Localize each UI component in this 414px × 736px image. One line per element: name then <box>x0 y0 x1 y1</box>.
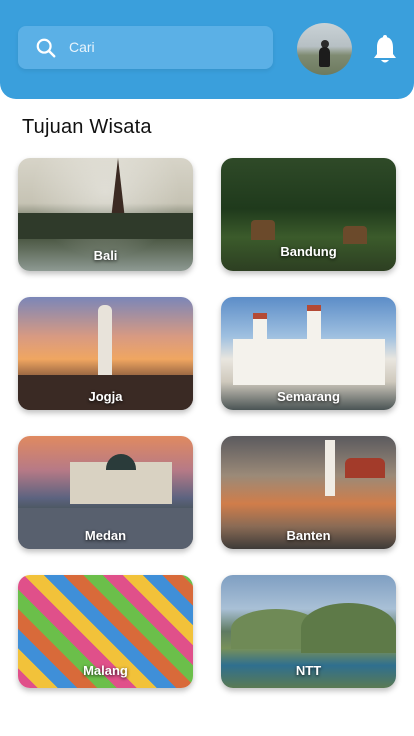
minaret-shape <box>325 440 335 496</box>
card-label: Bandung <box>280 244 337 259</box>
card-label: Jogja <box>88 389 123 404</box>
card-label: Malang <box>83 663 128 678</box>
card-label: Medan <box>84 528 127 543</box>
hut-shape <box>251 220 275 240</box>
section-title: Tujuan Wisata <box>22 116 152 138</box>
avatar-person-body <box>319 47 330 67</box>
destination-card-malang[interactable]: Malang <box>18 575 193 688</box>
search-bar[interactable]: Cari <box>18 26 273 69</box>
destination-card-jogja[interactable]: Jogja <box>18 297 193 410</box>
dome-shape <box>106 454 136 470</box>
app-header: Cari <box>0 0 414 99</box>
destination-card-ntt[interactable]: NTT <box>221 575 396 688</box>
destination-card-medan[interactable]: Medan <box>18 436 193 549</box>
tower-shape <box>307 305 321 349</box>
card-label: Semarang <box>277 389 340 404</box>
bell-icon[interactable] <box>372 35 398 65</box>
hut-shape <box>343 226 367 244</box>
treeline-shape <box>18 213 193 239</box>
mosque-roof-shape <box>345 458 385 478</box>
search-icon <box>36 38 56 58</box>
destination-card-semarang[interactable]: Semarang <box>221 297 396 410</box>
destination-card-banten[interactable]: Banten <box>221 436 396 549</box>
card-label: NTT <box>295 663 322 678</box>
destination-card-bandung[interactable]: Bandung <box>221 158 396 271</box>
card-label: Bali <box>93 248 118 263</box>
tower-shape <box>253 313 267 349</box>
profile-avatar[interactable] <box>297 23 352 75</box>
destination-card-bali[interactable]: Bali <box>18 158 193 271</box>
card-label: Banten <box>286 528 331 543</box>
hill-shape <box>301 603 396 653</box>
search-placeholder[interactable]: Cari <box>69 39 95 55</box>
